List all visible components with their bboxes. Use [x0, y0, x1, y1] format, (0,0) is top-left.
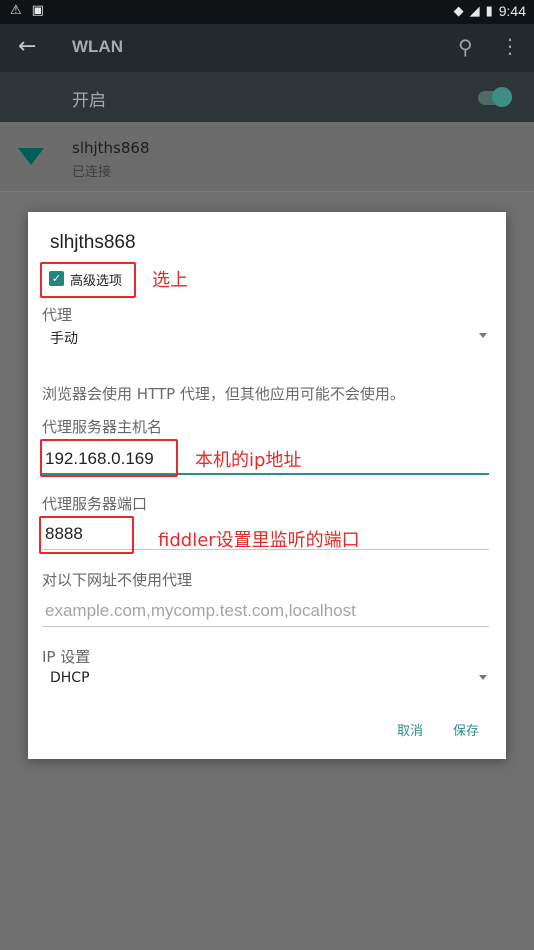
- proxy-note: 浏览器会使用 HTTP 代理，但其他应用可能不会使用。: [42, 385, 405, 403]
- dialog-title: slhjths868: [50, 232, 136, 253]
- cell-signal-icon: ◢: [469, 3, 480, 19]
- search-icon[interactable]: ⚲: [458, 35, 473, 59]
- annotation-port-note: fiddler设置里监听的端口: [158, 530, 360, 551]
- proxy-dropdown-arrow-icon[interactable]: [479, 333, 487, 338]
- more-vert-icon[interactable]: ⋮: [500, 34, 520, 58]
- battery-icon: ▮: [485, 3, 493, 19]
- ip-settings-dropdown-arrow-icon[interactable]: [479, 675, 487, 680]
- port-label: 代理服务器端口: [42, 495, 148, 513]
- wifi-signal-icon: ◆: [453, 3, 464, 19]
- proxy-select-value[interactable]: 手动: [50, 328, 78, 348]
- back-arrow-icon[interactable]: ←: [18, 34, 36, 59]
- app-toolbar: ← WLAN ⚲ ⋮: [0, 24, 534, 72]
- bypass-label: 对以下网址不使用代理: [42, 571, 193, 589]
- ip-settings-select-value[interactable]: DHCP: [50, 670, 90, 686]
- status-time: 9:44: [498, 3, 526, 19]
- wifi-switch-bar[interactable]: 开启: [0, 72, 534, 122]
- bypass-input[interactable]: example.com,mycomp.test.com,localhost: [42, 597, 489, 627]
- network-status: 已连接: [72, 165, 112, 180]
- sim-card-icon: ▣: [31, 3, 44, 18]
- wifi-switch-label: 开启: [72, 91, 106, 111]
- hostname-label: 代理服务器主机名: [42, 418, 163, 436]
- save-button[interactable]: 保存: [453, 720, 479, 739]
- annotation-hostname-note: 本机的ip地址: [195, 450, 302, 471]
- network-list-item[interactable]: slhjths868 已连接: [0, 122, 534, 192]
- annotation-checkbox-note: 选上: [152, 270, 188, 291]
- warning-icon: ⚠: [10, 3, 22, 18]
- ip-settings-label: IP 设置: [42, 648, 91, 666]
- wifi-icon: [18, 148, 44, 165]
- annotation-box-hostname: [40, 439, 178, 477]
- toggle-thumb[interactable]: [492, 87, 512, 107]
- status-bar: ⚠ ▣ ◆ ◢ ▮ 9:44: [0, 0, 534, 24]
- network-name: slhjths868: [72, 139, 150, 157]
- cancel-button[interactable]: 取消: [397, 720, 423, 739]
- annotation-box-port: [39, 516, 134, 554]
- proxy-label: 代理: [42, 306, 73, 324]
- bypass-input-placeholder: example.com,mycomp.test.com,localhost: [45, 601, 356, 620]
- annotation-box-checkbox: [40, 262, 136, 298]
- page-title: WLAN: [72, 37, 123, 56]
